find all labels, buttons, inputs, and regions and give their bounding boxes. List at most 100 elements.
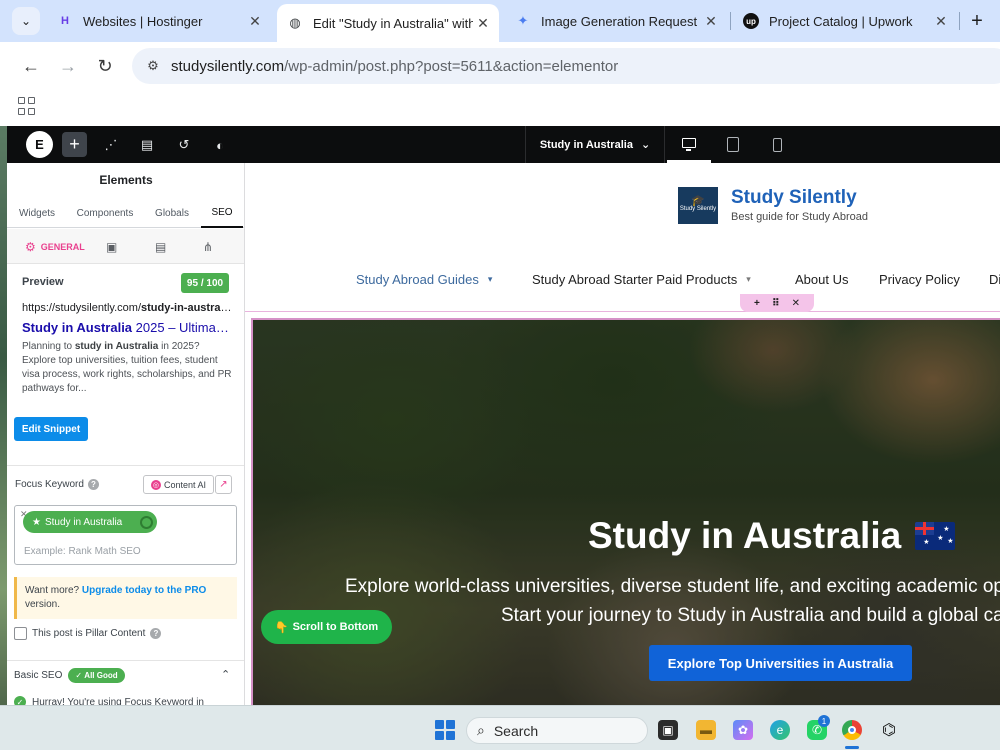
nav-starter-paid-products[interactable]: Study Abroad Starter Paid Products ▾ (532, 272, 751, 287)
focus-keyword-label: Focus Keyword ? (15, 479, 99, 490)
nav-label: About Us (795, 272, 849, 287)
site-logo-text: Study Silently (679, 206, 717, 212)
chrome-icon[interactable] (842, 720, 862, 740)
tab-hostinger[interactable]: H Websites | Hostinger ✕ (47, 6, 271, 36)
elementor-logo-icon[interactable]: E (26, 131, 53, 158)
upgrade-notice: Want more? Upgrade today to the PRO vers… (14, 577, 237, 619)
task-view-icon[interactable]: ▣ (658, 720, 678, 740)
apps-grid-icon[interactable] (18, 97, 36, 115)
keyword-tag[interactable]: ★ Study in Australia (23, 511, 157, 533)
edit-snippet-button[interactable]: Edit Snippet (14, 417, 88, 441)
history-icon[interactable]: ↺ (173, 134, 195, 156)
close-icon[interactable]: ✕ (701, 13, 721, 30)
pointing-down-icon: 👇 (274, 621, 289, 634)
device-desktop-button[interactable] (667, 126, 711, 163)
tab-widgets[interactable]: Widgets (7, 199, 67, 228)
trends-icon[interactable]: ↗ (215, 475, 232, 494)
device-tablet-button[interactable] (711, 126, 755, 163)
snippet-desc-start: Planning to (22, 341, 75, 352)
rankmath-tab-advanced[interactable]: ▣ (106, 237, 117, 257)
gear-icon: ⚙ (25, 240, 36, 254)
nav-label: Study Abroad Guides (356, 272, 479, 287)
add-element-button[interactable]: + (62, 132, 87, 157)
globe-icon: ◍ (289, 15, 301, 30)
file-explorer-icon[interactable]: ▬ (696, 720, 716, 740)
device-mobile-button[interactable] (755, 126, 799, 163)
url-domain: studysilently.com (171, 58, 285, 75)
rankmath-tab-schema[interactable]: ▤ (155, 237, 166, 257)
chevron-down-icon: ⌄ (20, 14, 32, 28)
chevron-down-icon: ▾ (487, 274, 493, 284)
site-settings-icon[interactable]: ⚙ (144, 57, 162, 75)
pillar-content-label: This post is Pillar Content (32, 628, 146, 639)
snippet-description: Planning to study in Australia in 2025? … (22, 340, 232, 396)
new-tab-button[interactable]: + (964, 8, 990, 34)
check-icon: ✓ (14, 696, 26, 705)
back-button[interactable]: ← (19, 54, 43, 78)
nav-disclaimer[interactable]: Disclaimer (989, 272, 1000, 287)
site-logo[interactable]: 🎓 Study Silently (678, 187, 718, 224)
hero-heading[interactable]: Study in Australia ★ ★ ★ ★ (588, 515, 956, 557)
close-icon[interactable]: ✕ (245, 13, 265, 30)
explore-universities-button[interactable]: Explore Top Universities in Australia (649, 645, 912, 681)
nav-about-us[interactable]: About Us (795, 272, 848, 287)
tab-seo[interactable]: SEO (201, 199, 243, 228)
browser-tab-strip: ⌄ H Websites | Hostinger ✕ ◍ Edit "Study… (0, 0, 1000, 42)
tab-image-generation[interactable]: ✦ Image Generation Request ✕ (505, 6, 727, 36)
taskbar-search[interactable]: ⌕ Search (466, 717, 648, 744)
page-selector[interactable]: Study in Australia ⌄ (525, 126, 665, 163)
chevron-up-icon[interactable]: ⌃ (221, 668, 230, 681)
tab-elementor-editor[interactable]: ◍ Edit "Study in Australia" with Element… (277, 4, 499, 42)
content-ai-icon: ◎ (150, 479, 161, 490)
panel-tabs: Widgets Components Globals SEO (7, 199, 244, 228)
plus-icon: + (69, 134, 80, 154)
focus-keyword-input[interactable]: ✕ ★ Study in Australia Example: Rank Mat… (14, 505, 237, 565)
nav-study-abroad-guides[interactable]: Study Abroad Guides ▾ (356, 272, 492, 287)
graduation-cap-icon: 🎓 (691, 195, 705, 207)
structure-icon[interactable]: ⋰ (100, 134, 122, 156)
snippet-url-slug: study-in-australia (141, 302, 232, 314)
close-icon[interactable]: ✕ (931, 13, 951, 30)
whatsapp-badge: 1 (818, 715, 830, 727)
scroll-to-bottom-button[interactable]: 👇 Scroll to Bottom (261, 610, 392, 644)
forward-button[interactable]: → (56, 54, 80, 78)
focus-keyword-text: Focus Keyword (15, 479, 84, 490)
basic-seo-header[interactable]: Basic SEO ✓ All Good (14, 668, 125, 683)
snippet-desc-keyword: study in Australia (74, 341, 159, 352)
hero-section[interactable]: Study in Australia ★ ★ ★ ★ Explore world… (251, 318, 1000, 705)
rankmath-tabs: ⚙ GENERAL ▣ ▤ ⋔ (7, 229, 244, 264)
site-settings-icon[interactable]: ◐ (209, 134, 231, 156)
reload-button[interactable]: ↻ (93, 54, 117, 78)
page-settings-icon[interactable]: ▤ (136, 134, 158, 156)
snippet-url: https://studysilently.com/study-in-austr… (22, 302, 232, 314)
nav-privacy-policy[interactable]: Privacy Policy (879, 272, 960, 287)
section-handle[interactable]: + ⠿ ✕ (740, 294, 814, 312)
delete-section-icon[interactable]: ✕ (792, 298, 800, 309)
windows-taskbar: ⌕ Search ▣ ▬ ✿ e ✆ 1 ⌬ (0, 705, 1000, 750)
upgrade-link[interactable]: Upgrade today to the PRO (82, 585, 206, 596)
add-section-icon[interactable]: + (754, 298, 760, 309)
help-icon[interactable]: ? (150, 628, 162, 639)
chatgpt-icon[interactable]: ⌬ (879, 720, 899, 740)
edge-icon[interactable]: e (770, 720, 790, 740)
content-ai-button[interactable]: ◎ Content AI (143, 475, 214, 494)
desktop-wallpaper-strip (0, 126, 7, 705)
elementor-top-bar: E + ⋰ ▤ ↺ ◐ Study in Australia ⌄ (7, 126, 1000, 163)
tab-upwork[interactable]: up Project Catalog | Upwork ✕ (733, 6, 957, 36)
rankmath-tab-general[interactable]: ⚙ GENERAL (25, 237, 85, 257)
drag-handle-icon[interactable]: ⠿ (772, 298, 780, 309)
upgrade-text: Want more? (25, 585, 82, 596)
windows-start-icon[interactable] (435, 720, 455, 740)
tab-components[interactable]: Components (67, 199, 143, 228)
site-title[interactable]: Study Silently (731, 187, 857, 209)
copilot-icon[interactable]: ✿ (733, 720, 753, 740)
tab-globals[interactable]: Globals (143, 199, 201, 228)
url-path: /wp-admin/post.php?post=5611&action=elem… (284, 58, 619, 75)
rankmath-tab-social[interactable]: ⋔ (203, 237, 213, 257)
address-bar[interactable]: ⚙ studysilently.com/wp-admin/post.php?po… (132, 48, 1000, 84)
content-ai-label: Content AI (163, 479, 207, 490)
help-icon[interactable]: ? (87, 479, 99, 490)
tab-search-button[interactable]: ⌄ (12, 7, 40, 35)
close-icon[interactable]: ✕ (473, 15, 493, 32)
pillar-content-checkbox[interactable] (14, 627, 27, 640)
